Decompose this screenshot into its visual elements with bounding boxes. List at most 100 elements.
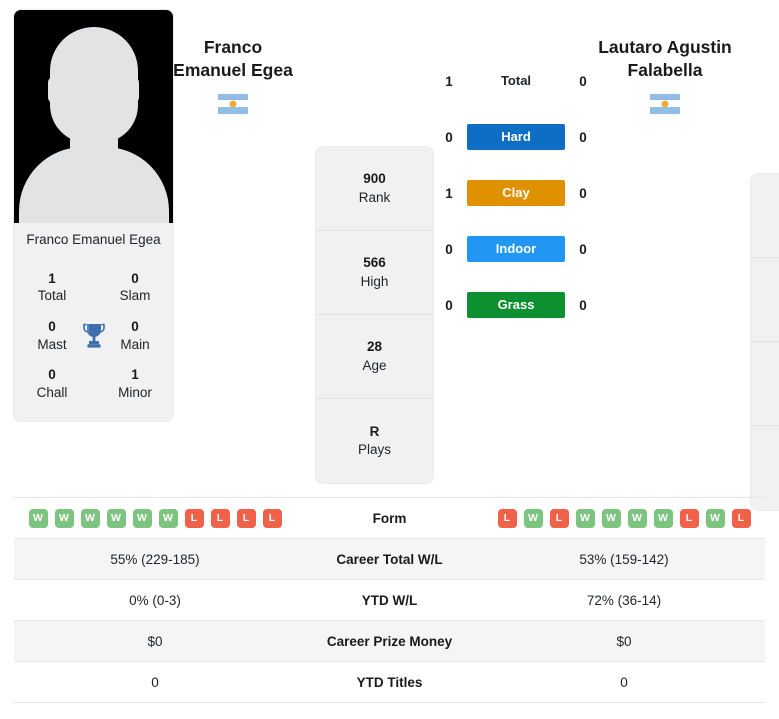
surface-indoor-left-value: 0	[445, 241, 453, 257]
left-titles-slam-value: 0	[131, 270, 139, 286]
surface-indoor-label[interactable]: Indoor	[467, 236, 565, 262]
left-titles-mast: 0 Mast	[26, 318, 78, 353]
left-player-name-line1: Franco	[203, 37, 263, 57]
row-label-ytd-titles: YTD Titles	[296, 661, 483, 703]
left-stat-rank-value: 900	[363, 171, 386, 187]
left-titles-minor: 1 Minor	[109, 366, 161, 401]
form-badge-loss: L	[549, 508, 569, 528]
left-player-name: Franco Emanuel Egea	[173, 36, 293, 83]
form-badge-win: W	[653, 508, 673, 528]
form-badge-win: W	[132, 508, 152, 528]
form-badge-win: W	[705, 508, 725, 528]
left-stat-rank: 900 Rank	[316, 147, 433, 231]
left-player-group: Franco Emanuel Egea 1 Total 0 Slam 0 Mas…	[14, 10, 293, 422]
left-titles-main-value: 0	[131, 318, 139, 334]
row-label-career-total-wl: Career Total W/L	[296, 538, 483, 580]
left-stat-age: 28 Age	[316, 315, 433, 399]
left-titles-main-label: Main	[120, 336, 150, 352]
right-player-name-line1: Lautaro Agustin	[598, 37, 732, 57]
right-career-total-wl: 53% (159-142)	[483, 538, 765, 580]
right-player-group: Lautaro Agustin Falabella 837 Rank 837 H…	[591, 10, 779, 510]
form-badge-loss: L	[210, 508, 230, 528]
table-row-form: WWWWWWLLLL Form LWLWWWWLWL	[14, 497, 765, 539]
row-label-career-prize-money: Career Prize Money	[296, 620, 483, 662]
table-row-career-prize-money: $0 Career Prize Money $0	[14, 620, 765, 662]
left-titles-total-value: 1	[48, 270, 56, 286]
left-stat-age-label: Age	[362, 357, 387, 373]
table-row-ytd-wl: 0% (0-3) YTD W/L 72% (36-14)	[14, 579, 765, 621]
surface-clay-label[interactable]: Clay	[467, 180, 565, 206]
table-row-ytd-titles: 0 YTD Titles 0	[14, 661, 765, 703]
form-badge-win: W	[158, 508, 178, 528]
left-stat-plays-label: Plays	[357, 442, 391, 457]
left-player-heading: Franco Emanuel Egea	[173, 10, 293, 421]
left-form-cell: WWWWWWLLLL	[14, 497, 296, 539]
left-player-card[interactable]: Franco Emanuel Egea 1 Total 0 Slam 0 Mas…	[14, 10, 173, 422]
left-titles-main: 0 Main	[109, 318, 161, 353]
left-player-photo-caption: Franco Emanuel Egea	[14, 223, 173, 259]
surface-hard-left-value: 0	[445, 129, 453, 145]
surface-grass-left-value: 0	[445, 297, 453, 313]
left-stat-plays-value: R	[369, 423, 380, 439]
right-form-strip: LWLWWWWLWL	[483, 508, 765, 528]
left-player-stats-card: 900 Rank 566 High 28 Age R Plays	[316, 147, 433, 483]
flag-band-bottom	[650, 106, 680, 114]
form-badge-loss: L	[497, 508, 517, 528]
left-titles-minor-label: Minor	[118, 384, 152, 400]
right-ytd-wl: 72% (36-14)	[483, 579, 765, 621]
form-badge-loss: L	[184, 508, 204, 528]
comparison-table: WWWWWWLLLL Form LWLWWWWLWL 55% (229-185)…	[14, 497, 765, 703]
left-titles-chall-value: 0	[48, 367, 56, 383]
avatar-silhouette-ear-left	[48, 76, 62, 104]
left-titles-chall-label: Chall	[36, 384, 68, 400]
form-badge-win: W	[627, 508, 647, 528]
left-stat-high-value: 566	[363, 255, 386, 271]
form-badge-win: W	[28, 508, 48, 528]
left-stat-high: 566 High	[316, 231, 433, 315]
form-badge-loss: L	[262, 508, 282, 528]
left-titles-total: 1 Total	[26, 270, 78, 305]
trophy-spacer-left-1	[81, 272, 107, 302]
left-stat-age-value: 28	[366, 339, 383, 355]
right-player-name: Lautaro Agustin Falabella	[591, 36, 739, 83]
row-label-form: Form	[296, 497, 483, 539]
flag-band-bottom	[218, 106, 248, 114]
left-career-prize-money: $0	[14, 620, 296, 662]
left-player-photo	[14, 10, 173, 223]
left-titles-row-2: 0 Mast 0 Main	[20, 311, 167, 359]
form-badge-win: W	[601, 508, 621, 528]
form-badge-win: W	[80, 508, 100, 528]
row-label-ytd-wl: YTD W/L	[296, 579, 483, 621]
right-stat-rank: 837 Rank	[751, 174, 779, 258]
surface-total-label: Total	[500, 73, 532, 88]
surface-grass-label[interactable]: Grass	[467, 292, 565, 318]
form-badge-win: W	[106, 508, 126, 528]
left-titles-row-1: 1 Total 0 Slam	[20, 263, 167, 311]
surface-row-total: 1 Total 0	[441, 68, 591, 94]
surface-hard-right-value: 0	[579, 129, 587, 145]
surface-hard-label[interactable]: Hard	[467, 124, 565, 150]
right-ytd-titles: 0	[483, 661, 765, 703]
left-ytd-wl: 0% (0-3)	[14, 579, 296, 621]
surface-total-right-value: 0	[579, 73, 587, 89]
table-row-career-total-wl: 55% (229-185) Career Total W/L 53% (159-…	[14, 538, 765, 580]
left-titles-chall: 0 Chall	[26, 366, 78, 401]
right-stat-age: 26 Age	[751, 342, 779, 426]
right-player-stats-card: 837 Rank 837 High 26 Age Plays	[751, 174, 779, 510]
left-titles-mast-value: 0	[48, 318, 56, 334]
form-badge-win: W	[523, 508, 543, 528]
left-form-strip: WWWWWWLLLL	[14, 508, 296, 528]
left-stat-rank-label: Rank	[358, 189, 391, 205]
left-titles-slam: 0 Slam	[109, 270, 161, 305]
form-badge-loss: L	[731, 508, 751, 528]
player-comparison-page: Franco Emanuel Egea 1 Total 0 Slam 0 Mas…	[0, 0, 779, 719]
flag-argentina-icon	[218, 93, 248, 114]
trophy-spacer-left-2	[81, 369, 107, 399]
left-stat-high-label: High	[360, 273, 389, 289]
left-stat-plays: R Plays	[316, 399, 433, 483]
left-titles-mast-label: Mast	[37, 336, 67, 352]
right-stat-high: 837 High	[751, 258, 779, 342]
surface-clay-right-value: 0	[579, 185, 587, 201]
left-career-total-wl: 55% (229-185)	[14, 538, 296, 580]
right-career-prize-money: $0	[483, 620, 765, 662]
